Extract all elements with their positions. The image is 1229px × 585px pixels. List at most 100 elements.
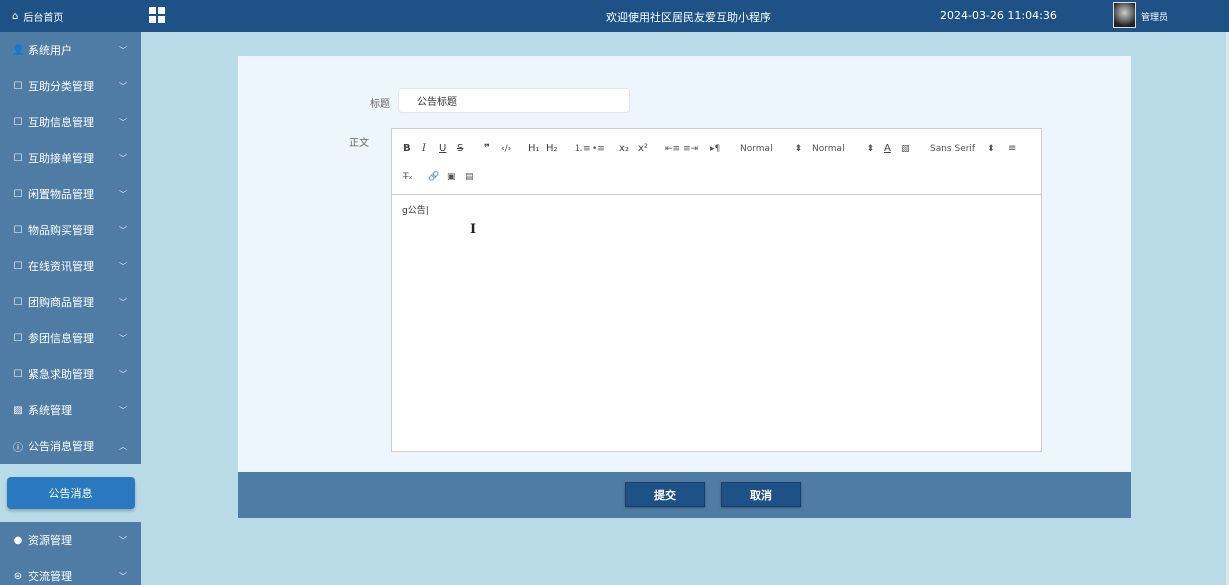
blockquote-button[interactable]: ❞ [484,143,490,155]
sidebar-item-label: 交流管理 [28,570,72,583]
ordered-list-button[interactable]: ⒈≡ [574,143,591,155]
select-arrow-icon: ⬍ [794,144,803,154]
chevron-down-icon: ﹀ [119,117,127,127]
font-select[interactable]: Sans Serif ⬍ [930,143,995,155]
chevron-down-icon: ﹀ [119,45,127,55]
background-color-button[interactable]: ▧ [901,143,910,155]
clean-format-button[interactable]: T̶ₓ [403,171,413,183]
external-box-icon: ☐ [13,332,23,344]
chevron-down-icon: ﹀ [119,369,127,379]
sidebar-item-help-info[interactable]: ☐ 互助信息管理 ﹀ [0,104,141,140]
user-name[interactable]: 管理员 [1141,10,1168,23]
h2-button[interactable]: H₂ [546,143,558,155]
sidebar-home-label: 后台首页 [23,12,64,24]
header-select[interactable]: Normal ⬍ [812,143,874,155]
editor-content[interactable]: g公告| [392,195,1041,224]
subscript-button[interactable]: x₂ [619,143,629,155]
sidebar-item-group-goods[interactable]: ☐ 团购商品管理 ﹀ [0,284,141,320]
h1-button[interactable]: H₁ [528,143,540,155]
sidebar-item-label: 互助信息管理 [28,116,94,129]
bold-button[interactable]: B [403,143,411,155]
video-button[interactable]: ▤ [465,171,474,183]
rich-text-editor: B I U S ❞ ‹/› H₁ H₂ ⒈≡ •≡ x₂ x² ⇤≡ ≡⇥ ▸¶… [391,128,1042,452]
size-select-value: Normal [740,144,773,154]
welcome-title: 欢迎使用社区居民友爱互助小程序 [606,11,771,24]
user-icon: 👤 [12,44,25,56]
sidebar-item-help-category[interactable]: ☐ 互助分类管理 ﹀ [0,68,141,104]
chevron-down-icon: ﹀ [119,153,127,163]
select-arrow-icon: ⬍ [987,144,995,154]
external-box-icon: ☐ [13,80,23,92]
datetime: 2024-03-26 11:04:36 [940,9,1057,22]
sidebar-item-label: 资源管理 [28,534,72,547]
sidebar-item-label: 闲置物品管理 [28,188,94,201]
text-cursor-icon: I [470,222,477,237]
chevron-down-icon: ﹀ [119,535,127,545]
grid-menu-icon[interactable] [149,7,165,23]
submit-button[interactable]: 提交 [625,482,705,507]
external-box-icon: ☐ [13,188,23,200]
sidebar-item-label: 公告消息管理 [28,440,94,453]
chevron-down-icon: ﹀ [119,189,127,199]
body-label: 正文 [349,138,369,149]
superscript-button[interactable]: x² [638,143,648,155]
chevron-down-icon: ﹀ [119,81,127,91]
underline-button[interactable]: U [439,143,446,155]
sidebar-item-system-users[interactable]: 👤 系统用户 ﹀ [0,32,141,68]
sidebar-item-label: 参团信息管理 [28,332,94,345]
sidebar-item-help-orders[interactable]: ☐ 互助接单管理 ﹀ [0,140,141,176]
outdent-button[interactable]: ⇤≡ [665,143,680,155]
sidebar-item-label: 互助分类管理 [28,80,94,93]
home-icon: ⌂ [12,10,19,22]
external-box-icon: ☐ [13,368,23,380]
sidebar-item-resources[interactable]: ● 资源管理 ﹀ [0,522,141,558]
chevron-down-icon: ﹀ [119,261,127,271]
external-box-icon: ☐ [13,152,23,164]
sidebar: ⌂ 后台首页 👤 系统用户 ﹀ ☐ 互助分类管理 ﹀ ☐ 互助信息管理 ﹀ ☐ 互助接单管理 ﹀… [0,0,141,585]
cancel-button[interactable]: 取消 [721,482,801,507]
title-label: 标题 [370,99,390,110]
form-footer: 提交 取消 [238,472,1131,518]
info-circle-icon: ⓘ [13,442,23,454]
sidebar-item-label: 物品购买管理 [28,224,94,237]
align-button[interactable]: ≡ [1008,143,1016,155]
sidebar-item-announcements[interactable]: ⓘ 公告消息管理 ︿ [0,428,141,464]
font-select-value: Sans Serif [930,144,976,154]
italic-button[interactable]: I [422,143,426,155]
sidebar-item-label: 互助接单管理 [28,152,94,165]
sidebar-sub-announcement[interactable]: 公告消息 [6,477,135,509]
link-button[interactable]: 🔗 [428,171,439,183]
sidebar-item-exchange[interactable]: ⊜ 交流管理 ﹀ [0,558,141,585]
chevron-up-icon: ︿ [119,441,127,451]
text-color-button[interactable]: A [884,143,891,155]
strike-button[interactable]: S [457,143,463,155]
sidebar-item-emergency[interactable]: ☐ 紧急求助管理 ﹀ [0,356,141,392]
indent-button[interactable]: ≡⇥ [683,143,698,155]
chevron-down-icon: ﹀ [119,225,127,235]
sidebar-submenu: 公告消息 [0,464,141,522]
sidebar-item-label: 紧急求助管理 [28,368,94,381]
sidebar-item-system[interactable]: ▨ 系统管理 ﹀ [0,392,141,428]
header-select-value: Normal [812,144,845,154]
image-button[interactable]: ▣ [447,171,456,183]
sidebar-item-idle-items[interactable]: ☐ 闲置物品管理 ﹀ [0,176,141,212]
chevron-down-icon: ﹀ [119,571,127,581]
chat-icon: ⊜ [13,570,23,582]
code-block-button[interactable]: ‹/› [501,143,511,155]
editor-toolbar: B I U S ❞ ‹/› H₁ H₂ ⒈≡ •≡ x₂ x² ⇤≡ ≡⇥ ▸¶… [392,129,1041,195]
bullet-list-button[interactable]: •≡ [592,143,605,155]
sidebar-item-news[interactable]: ☐ 在线资讯管理 ﹀ [0,248,141,284]
chevron-down-icon: ﹀ [119,297,127,307]
text-direction-button[interactable]: ▸¶ [710,143,720,155]
size-select[interactable]: Normal ⬍ [740,143,802,155]
title-input[interactable] [398,88,630,113]
external-box-icon: ☐ [13,224,23,236]
avatar[interactable] [1113,2,1136,28]
sidebar-item-purchases[interactable]: ☐ 物品购买管理 ﹀ [0,212,141,248]
external-box-icon: ☐ [13,116,23,128]
bulb-icon: ● [13,534,23,546]
sidebar-home[interactable]: ⌂ 后台首页 [0,0,141,32]
external-box-icon: ☐ [13,260,23,272]
select-arrow-icon: ⬍ [866,144,875,154]
sidebar-item-group-join[interactable]: ☐ 参团信息管理 ﹀ [0,320,141,356]
